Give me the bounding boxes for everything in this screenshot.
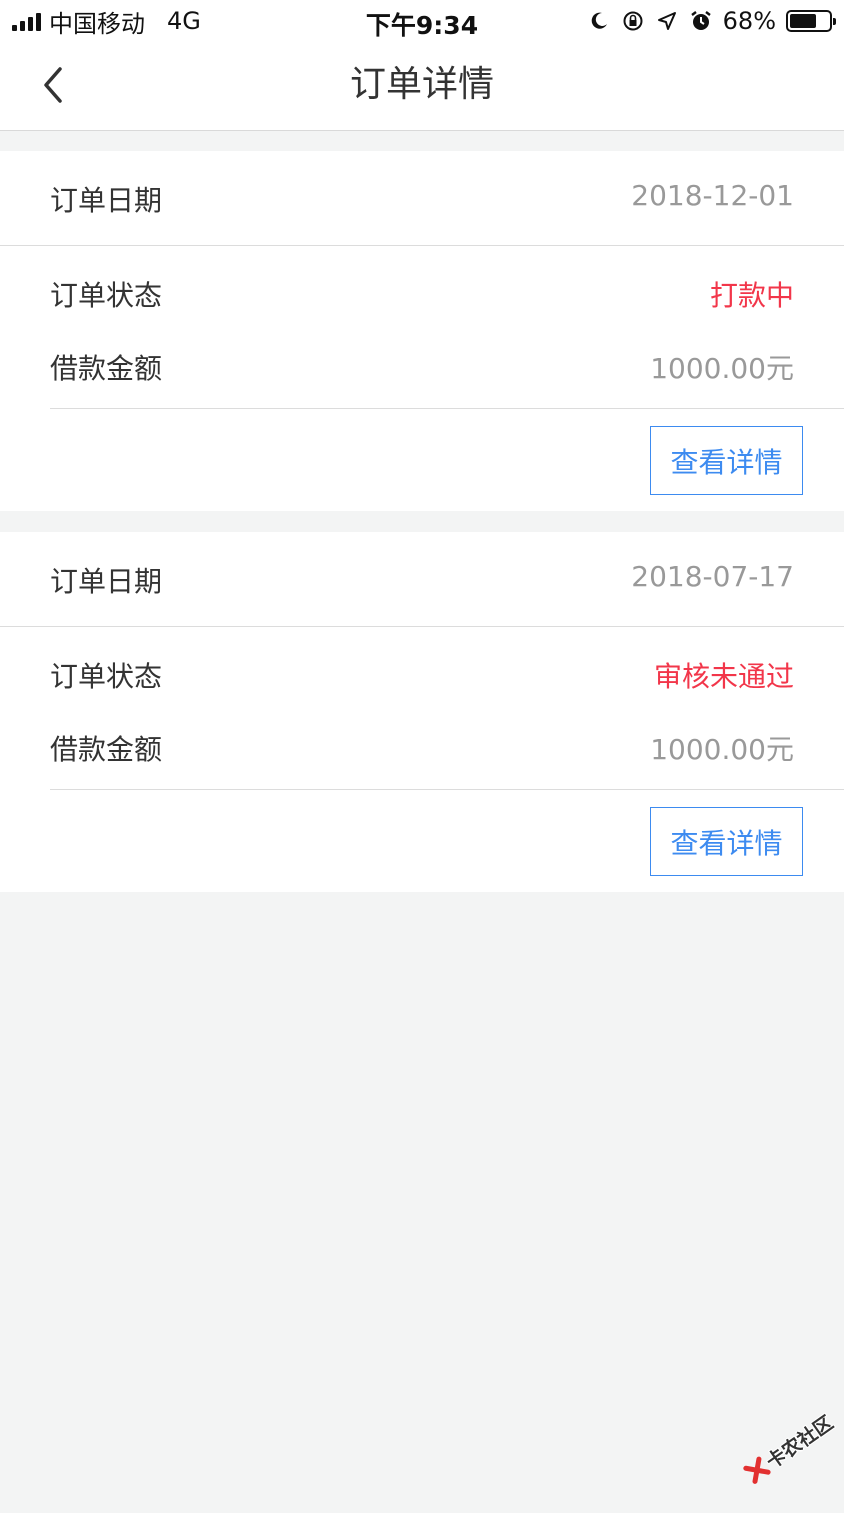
order-date-label: 订单日期 — [50, 184, 163, 217]
status-bar: 中国移动 4G 下午9:34 68% — [0, 0, 844, 42]
order-status-label: 订单状态 — [50, 279, 163, 312]
view-details-button[interactable]: 查看详情 — [650, 426, 803, 495]
watermark-text: 卡农社区 — [762, 1411, 838, 1474]
battery-percent: 68% — [722, 7, 776, 35]
moon-icon — [587, 9, 611, 33]
alarm-icon — [689, 9, 713, 33]
order-card: 订单日期 2018-07-17 订单状态 审核未通过 借款金额 1000.00元… — [0, 532, 844, 892]
order-date-row: 订单日期 2018-07-17 — [0, 532, 844, 627]
order-date-value: 2018-07-17 — [631, 560, 794, 593]
watermark-logo: 卡农社区 — [722, 1377, 844, 1513]
order-date-row: 订单日期 2018-12-01 — [0, 151, 844, 246]
order-status-value: 审核未通过 — [653, 660, 794, 693]
order-date-value: 2018-12-01 — [631, 179, 794, 212]
status-right: 68% — [587, 6, 836, 36]
order-status-label: 订单状态 — [50, 660, 163, 693]
nav-bar: 订单详情 — [0, 42, 844, 131]
order-date-label: 订单日期 — [50, 565, 163, 598]
order-status-value: 打款中 — [709, 279, 794, 312]
divider — [50, 789, 844, 790]
loan-amount-value: 1000.00元 — [650, 733, 794, 766]
location-arrow-icon — [655, 9, 679, 33]
battery-icon — [786, 10, 836, 32]
view-details-button[interactable]: 查看详情 — [650, 807, 803, 876]
page-title: 订单详情 — [349, 64, 494, 105]
loan-amount-value: 1000.00元 — [650, 352, 794, 385]
loan-amount-label: 借款金额 — [50, 352, 163, 385]
order-card: 订单日期 2018-12-01 订单状态 打款中 借款金额 1000.00元 查… — [0, 151, 844, 511]
orientation-lock-icon — [621, 9, 645, 33]
loan-amount-label: 借款金额 — [50, 733, 163, 766]
divider — [50, 408, 844, 409]
